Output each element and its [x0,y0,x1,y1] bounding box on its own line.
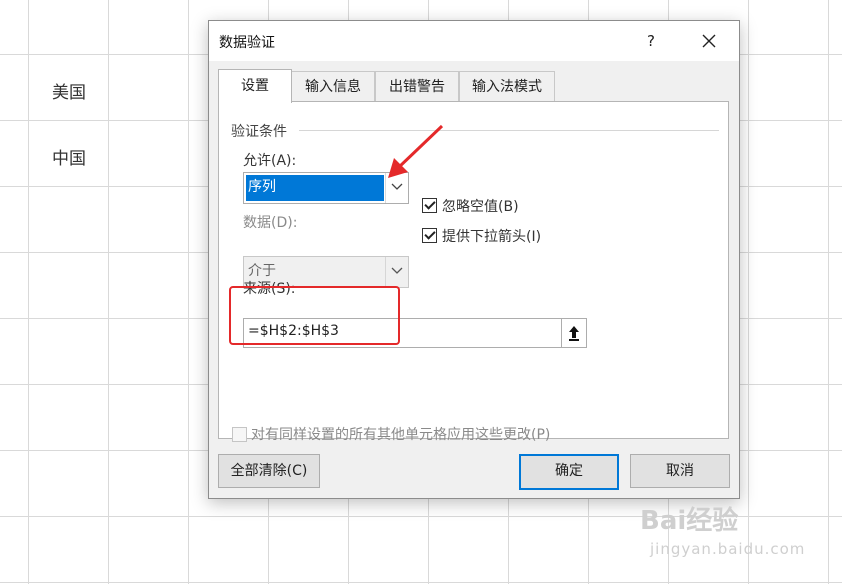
dialog-titlebar[interactable]: 数据验证 ? [209,21,739,61]
dialog-title: 数据验证 [219,35,275,51]
apply-all-label[interactable]: 对有同样设置的所有其他单元格应用这些更改(P) [251,424,550,444]
help-button[interactable]: ? [639,29,663,53]
cell-usa[interactable]: 美国 [52,78,86,103]
close-button[interactable] [697,29,721,53]
settings-panel: 验证条件 允许(A): 序列 忽略空值(B) 提供下拉箭头(I) 数据(D): … [218,101,729,443]
ok-button[interactable]: 确定 [519,454,619,490]
source-highlight-box [229,286,400,345]
tab-settings[interactable]: 设置 [218,69,292,103]
tab-ime-mode[interactable]: 输入法模式 [459,71,555,102]
allow-selected-value: 序列 [246,175,384,201]
allow-label: 允许(A): [243,153,297,169]
collapse-dialog-button[interactable] [561,318,587,348]
cancel-button[interactable]: 取消 [630,454,730,488]
section-divider [299,130,719,131]
baidu-watermark-logo: Bai经验 [640,506,739,536]
data-label: 数据(D): [243,215,298,231]
ignore-blank-label[interactable]: 忽略空值(B) [442,196,519,216]
tab-input-message[interactable]: 输入信息 [291,71,375,102]
chevron-down-icon[interactable] [385,257,408,287]
baidu-watermark-url: jingyan.baidu.com [650,540,806,558]
tab-error-alert[interactable]: 出错警告 [375,71,459,102]
upload-arrow-icon [569,326,579,341]
close-icon [702,34,716,48]
data-validation-dialog: 数据验证 ? 设置 输入信息 出错警告 输入法模式 验证条件 允许(A): 序列… [208,20,740,499]
validation-criteria-heading: 验证条件 [231,124,287,140]
red-arrow-annotation [388,124,444,178]
ignore-blank-checkbox[interactable] [422,198,437,213]
in-cell-dropdown-checkbox[interactable] [422,228,437,243]
clear-all-button[interactable]: 全部清除(C) [218,454,320,488]
apply-all-checkbox[interactable] [232,427,247,442]
in-cell-dropdown-label[interactable]: 提供下拉箭头(I) [442,226,541,246]
cell-china[interactable]: 中国 [52,144,86,169]
